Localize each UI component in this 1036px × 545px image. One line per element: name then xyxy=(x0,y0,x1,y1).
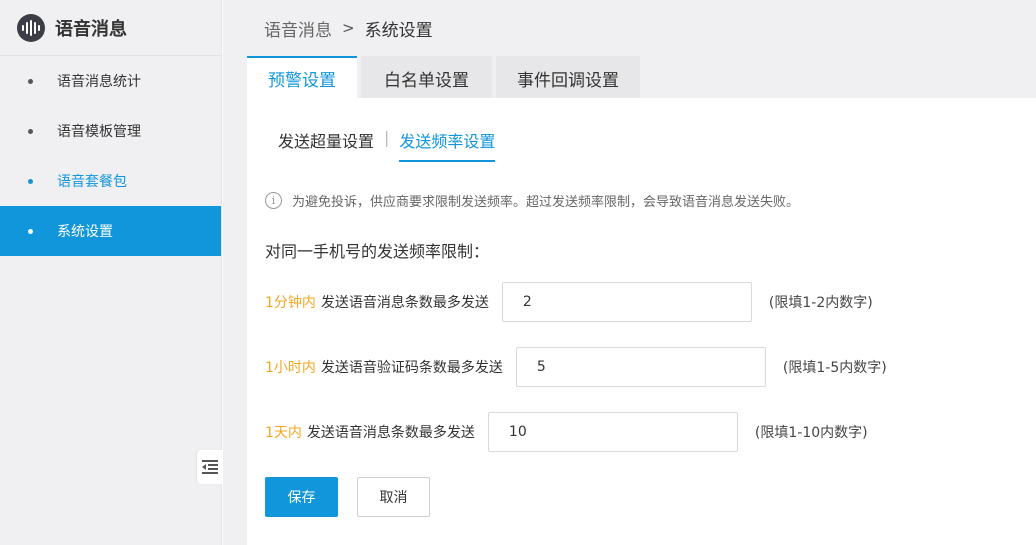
cancel-button[interactable]: 取消 xyxy=(357,477,430,517)
limit-label: 发送语音消息条数最多发送 xyxy=(306,425,475,441)
limit-label: 发送语音验证码条数最多发送 xyxy=(320,360,503,376)
limit-label: 发送语音消息条数最多发送 xyxy=(320,295,489,311)
limit-row-day: 1天内 发送语音消息条数最多发送 (限填1-10内数字) xyxy=(265,412,868,452)
limit-period: 1分钟内 xyxy=(265,295,316,311)
bullet-icon xyxy=(28,228,33,234)
breadcrumb: 语音消息 > 系统设置 xyxy=(247,0,1036,56)
bullet-icon xyxy=(28,78,33,84)
notice-text: 为避免投诉，供应商要求限制发送频率。超过发送频率限制，会导致语音消息发送失败。 xyxy=(292,195,800,210)
breadcrumb-current: 系统设置 xyxy=(364,20,433,41)
sidebar-item-label: 语音消息统计 xyxy=(57,74,141,90)
subtab-frequency[interactable]: 发送频率设置 xyxy=(399,128,496,162)
sidebar-item-templates[interactable]: 语音模板管理 xyxy=(0,106,221,156)
tab-alert-settings[interactable]: 预警设置 xyxy=(247,56,357,98)
subtab-over-limit[interactable]: 发送超量设置 xyxy=(278,128,374,160)
minute-limit-input[interactable] xyxy=(501,282,752,322)
subtab-bar: 发送超量设置 | 发送频率设置 xyxy=(278,128,496,162)
voice-wave-icon xyxy=(17,13,45,42)
limit-hint: (限填1-10内数字) xyxy=(754,425,868,441)
sidebar: 语音消息 语音消息统计 语音模板管理 语音套餐包 系统设置 xyxy=(0,0,222,545)
gutter xyxy=(223,0,247,545)
subtab-separator: | xyxy=(384,128,390,147)
indent-icon xyxy=(201,460,218,474)
bullet-icon xyxy=(28,178,33,184)
sidebar-item-settings[interactable]: 系统设置 xyxy=(0,206,221,256)
tab-callback-settings[interactable]: 事件回调设置 xyxy=(496,56,640,98)
limit-period: 1天内 xyxy=(265,425,302,441)
limit-row-minute: 1分钟内 发送语音消息条数最多发送 (限填1-2内数字) xyxy=(265,282,873,322)
info-icon: i xyxy=(265,192,282,209)
sidebar-item-label: 语音套餐包 xyxy=(57,174,127,190)
notice: i 为避免投诉，供应商要求限制发送频率。超过发送频率限制，会导致语音消息发送失败… xyxy=(265,191,799,210)
brand: 语音消息 xyxy=(0,0,221,56)
main-panel: 语音消息 > 系统设置 预警设置 白名单设置 事件回调设置 发送超量设置 | 发… xyxy=(247,0,1036,545)
sidebar-item-packages[interactable]: 语音套餐包 xyxy=(0,156,221,206)
sidebar-item-label: 语音模板管理 xyxy=(57,124,141,140)
collapse-sidebar-button[interactable] xyxy=(197,450,222,484)
bullet-icon xyxy=(28,128,33,134)
sidebar-item-label: 系统设置 xyxy=(57,224,113,240)
save-button[interactable]: 保存 xyxy=(265,477,338,517)
hour-limit-input[interactable] xyxy=(515,347,766,387)
day-limit-input[interactable] xyxy=(487,412,738,452)
limit-period: 1小时内 xyxy=(265,360,316,376)
tab-whitelist-settings[interactable]: 白名单设置 xyxy=(361,56,492,98)
limit-hint: (限填1-5内数字) xyxy=(782,360,887,376)
limit-row-hour: 1小时内 发送语音验证码条数最多发送 (限填1-5内数字) xyxy=(265,347,887,387)
breadcrumb-separator: > xyxy=(342,19,355,37)
app-title: 语音消息 xyxy=(55,18,127,40)
tab-bar: 预警设置 白名单设置 事件回调设置 xyxy=(247,56,1036,98)
section-title: 对同一手机号的发送频率限制： xyxy=(265,242,490,261)
breadcrumb-root[interactable]: 语音消息 xyxy=(264,16,332,41)
limit-hint: (限填1-2内数字) xyxy=(768,295,873,311)
sidebar-item-statistics[interactable]: 语音消息统计 xyxy=(0,56,221,106)
